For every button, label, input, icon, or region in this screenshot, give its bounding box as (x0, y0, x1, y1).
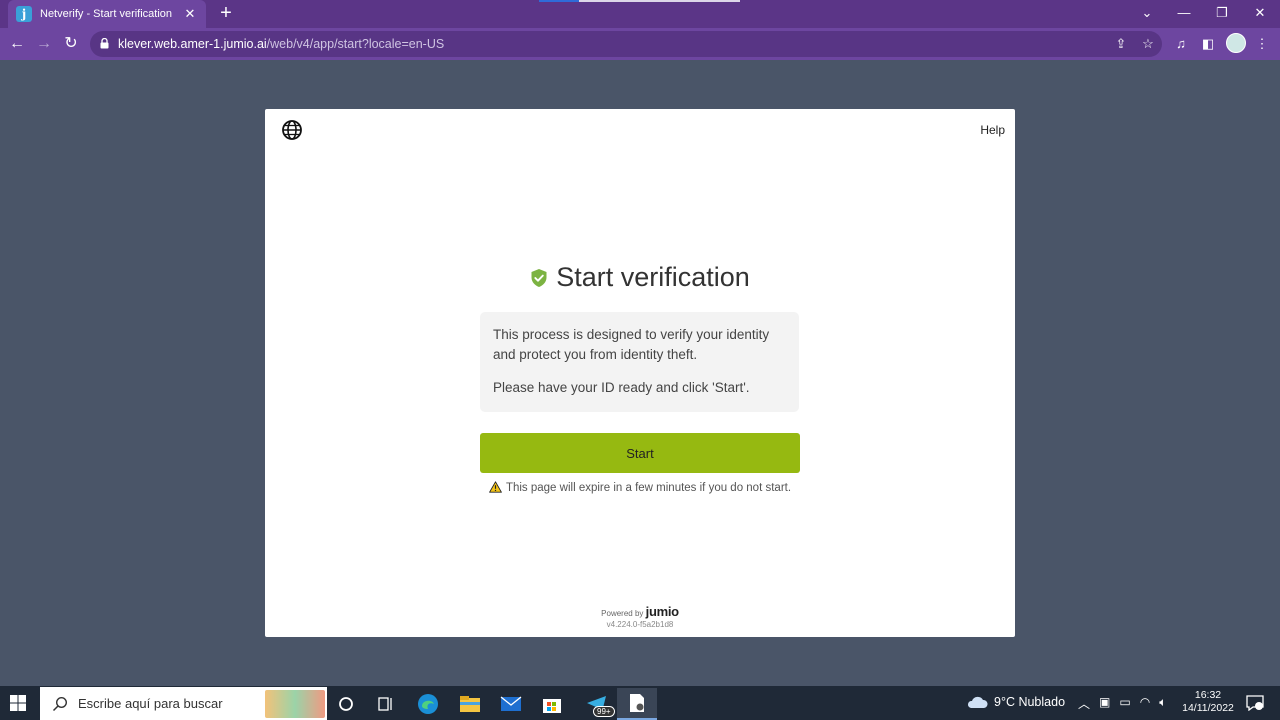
browser-toolbar: ← → ↻ klever.web.amer-1.jumio.ai/web/v4/… (0, 28, 1280, 60)
address-bar[interactable]: klever.web.amer-1.jumio.ai/web/v4/app/st… (90, 31, 1162, 57)
menu-icon[interactable]: ⋮ (1252, 34, 1272, 54)
forward-icon[interactable]: → (34, 34, 54, 54)
volume-icon[interactable]: 🔈︎ (1159, 695, 1166, 712)
clock-date: 14/11/2022 (1182, 702, 1234, 714)
tab-title: Netverify - Start verification (40, 8, 173, 20)
wifi-icon[interactable]: ◠ (1140, 695, 1150, 712)
clock-time: 16:32 (1194, 689, 1222, 701)
reload-icon[interactable]: ↻ (61, 34, 81, 54)
task-view-icon[interactable] (366, 688, 406, 720)
lock-icon (100, 38, 109, 49)
cortana-icon[interactable] (326, 688, 366, 720)
edge-icon[interactable] (408, 688, 448, 720)
version-label: v4.224.0-f5a2b1d8 (606, 620, 674, 629)
help-link[interactable]: Help (980, 123, 1005, 137)
profile-avatar[interactable] (1226, 33, 1246, 53)
battery-icon[interactable]: ▭ (1119, 695, 1130, 712)
url-text: klever.web.amer-1.jumio.ai/web/v4/app/st… (118, 37, 444, 51)
shield-check-icon (531, 268, 547, 287)
star-icon[interactable]: ☆ (1139, 35, 1157, 53)
info-box: This process is designed to verify your … (480, 312, 799, 412)
windows-taskbar: Escribe aquí para buscar 99+ 9°C Nublado… (0, 686, 1280, 720)
mail-icon[interactable] (491, 688, 531, 720)
url-host: klever.web.amer-1.jumio.ai (118, 37, 267, 51)
system-tray: ︿ ▣ ▭ ◠ 🔈︎ (1078, 695, 1166, 712)
notification-badge: 99+ (593, 706, 615, 717)
expiry-warning-text: This page will expire in a few minutes i… (505, 482, 792, 494)
taskbar-search-box[interactable]: Escribe aquí para buscar (40, 687, 327, 720)
tab-search-chevron-icon[interactable]: ⌄ (1133, 4, 1161, 22)
weather-widget[interactable]: 9°C Nublado (966, 695, 1065, 709)
url-path: /web/v4/app/start?locale=en-US (266, 37, 445, 51)
media-icon[interactable]: ♫ (1171, 34, 1191, 54)
expiry-warning: This page will expire in a few minutes i… (265, 481, 1015, 494)
weather-text: 9°C Nublado (994, 695, 1066, 709)
jumio-favicon-icon: j (16, 6, 32, 22)
globe-language-icon[interactable] (281, 119, 303, 141)
minimize-button[interactable]: — (1170, 4, 1198, 22)
page-title-text: Start verification (556, 262, 750, 292)
powered-by-label: Powered by (601, 609, 644, 618)
powered-by: Powered by jumio (265, 604, 1015, 619)
title-row: Start verification (265, 262, 1015, 293)
chevron-up-icon[interactable]: ︿ (1078, 695, 1090, 712)
restore-button[interactable]: ❐ (1208, 4, 1236, 22)
windows-start-icon[interactable] (10, 695, 26, 711)
back-icon[interactable]: ← (7, 34, 27, 54)
close-tab-icon[interactable]: ✕ (182, 6, 198, 22)
verification-card: Help Start verification This process is … (265, 109, 1015, 637)
browser-tab-strip: j Netverify - Start verification ✕ + ⌄ —… (0, 0, 1280, 28)
file-explorer-icon[interactable] (450, 688, 490, 720)
meet-now-icon[interactable]: ▣ (1099, 695, 1110, 712)
tab-netverify[interactable]: j Netverify - Start verification ✕ (8, 0, 206, 28)
tab-strip-highlight (579, 0, 740, 2)
search-icon (52, 696, 68, 711)
close-window-button[interactable]: ✕ (1246, 4, 1274, 22)
info-paragraph: This process is designed to verify your … (493, 327, 770, 362)
search-highlight-image (265, 690, 325, 718)
document-app-icon[interactable] (617, 688, 657, 720)
store-icon[interactable] (532, 688, 572, 720)
sidepanel-icon[interactable]: ◧ (1198, 34, 1218, 54)
page-title: Start verification (530, 262, 750, 293)
new-tab-button[interactable]: + (216, 3, 236, 24)
start-button[interactable]: Start (480, 433, 800, 473)
tab-strip-accent (539, 0, 579, 2)
warning-icon (489, 481, 502, 493)
jumio-logo: jumio (645, 604, 679, 619)
telegram-icon[interactable]: 99+ (577, 688, 617, 720)
info-paragraph: Please have your ID ready and click 'Sta… (493, 380, 750, 395)
cloud-icon (967, 696, 988, 708)
share-icon[interactable]: ⇪ (1112, 35, 1130, 53)
search-placeholder: Escribe aquí para buscar (78, 696, 223, 711)
notification-center-icon[interactable] (1246, 695, 1264, 711)
taskbar-clock[interactable]: 16:32 14/11/2022 (1174, 689, 1242, 715)
